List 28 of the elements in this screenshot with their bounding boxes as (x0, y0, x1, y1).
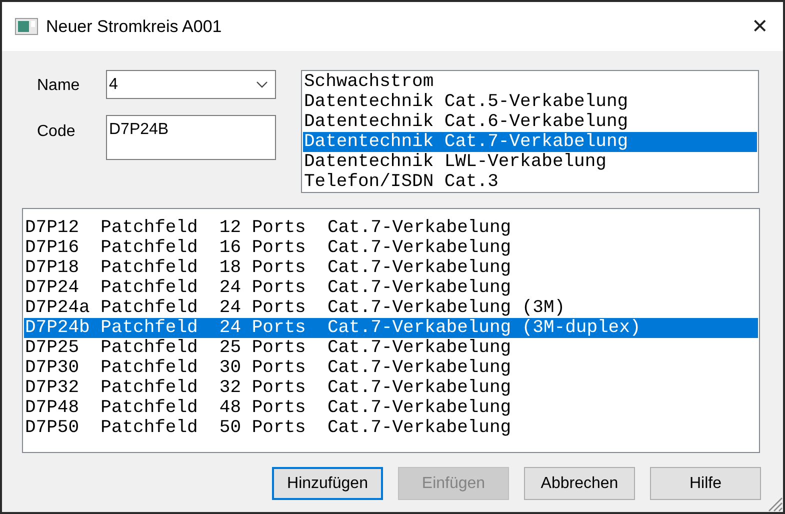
list-item[interactable]: D7P16 Patchfeld 16 Ports Cat.7-Verkabelung (24, 238, 758, 258)
list-item[interactable]: Datentechnik Cat.7-Verkabelung (303, 132, 757, 152)
code-field[interactable]: D7P24B (106, 115, 276, 160)
list-item[interactable]: Datentechnik Cat.5-Verkabelung (303, 92, 757, 112)
name-dropdown[interactable]: 4 (106, 70, 276, 99)
dialog-button[interactable]: Abbrechen (524, 467, 635, 500)
chevron-down-icon (256, 81, 268, 88)
list-item[interactable]: D7P30 Patchfeld 30 Ports Cat.7-Verkabelung (24, 358, 758, 378)
list-item[interactable]: Schwachstrom (303, 72, 757, 92)
list-item[interactable]: D7P48 Patchfeld 48 Ports Cat.7-Verkabelung (24, 398, 758, 418)
list-item[interactable]: Datentechnik Cat.6-Verkabelung (303, 112, 757, 132)
list-item[interactable]: Datentechnik LWL-Verkabelung (303, 152, 757, 172)
field-label: Code (36, 122, 76, 141)
list-item[interactable]: D7P12 Patchfeld 12 Ports Cat.7-Verkabelung (24, 218, 758, 238)
window-title: Neuer Stromkreis A001 (46, 16, 222, 36)
list-item[interactable]: D7P24b Patchfeld 24 Ports Cat.7-Verkabelung (3M-duplex) (24, 318, 758, 338)
list-item[interactable]: D7P24 Patchfeld 24 Ports Cat.7-Verkabelung (24, 278, 758, 298)
field-label: Name (36, 76, 81, 95)
list-item[interactable]: D7P18 Patchfeld 18 Ports Cat.7-Verkabelung (24, 258, 758, 278)
app-icon (15, 18, 38, 35)
list-item[interactable]: D7P24a Patchfeld 24 Ports Cat.7-Verkabelung (3M) (24, 298, 758, 318)
list-item[interactable]: D7P25 Patchfeld 25 Ports Cat.7-Verkabelung (24, 338, 758, 358)
dialog-button[interactable]: Hilfe (650, 467, 761, 500)
list-item[interactable]: Telefon/ISDN Cat.3 (303, 172, 757, 192)
dialog-button[interactable]: Hinzufügen (272, 467, 383, 500)
list-item[interactable]: D7P50 Patchfeld 50 Ports Cat.7-Verkabelung (24, 418, 758, 438)
list-item[interactable]: D7P32 Patchfeld 32 Ports Cat.7-Verkabelung (24, 378, 758, 398)
close-button[interactable]: ✕ (737, 14, 783, 39)
